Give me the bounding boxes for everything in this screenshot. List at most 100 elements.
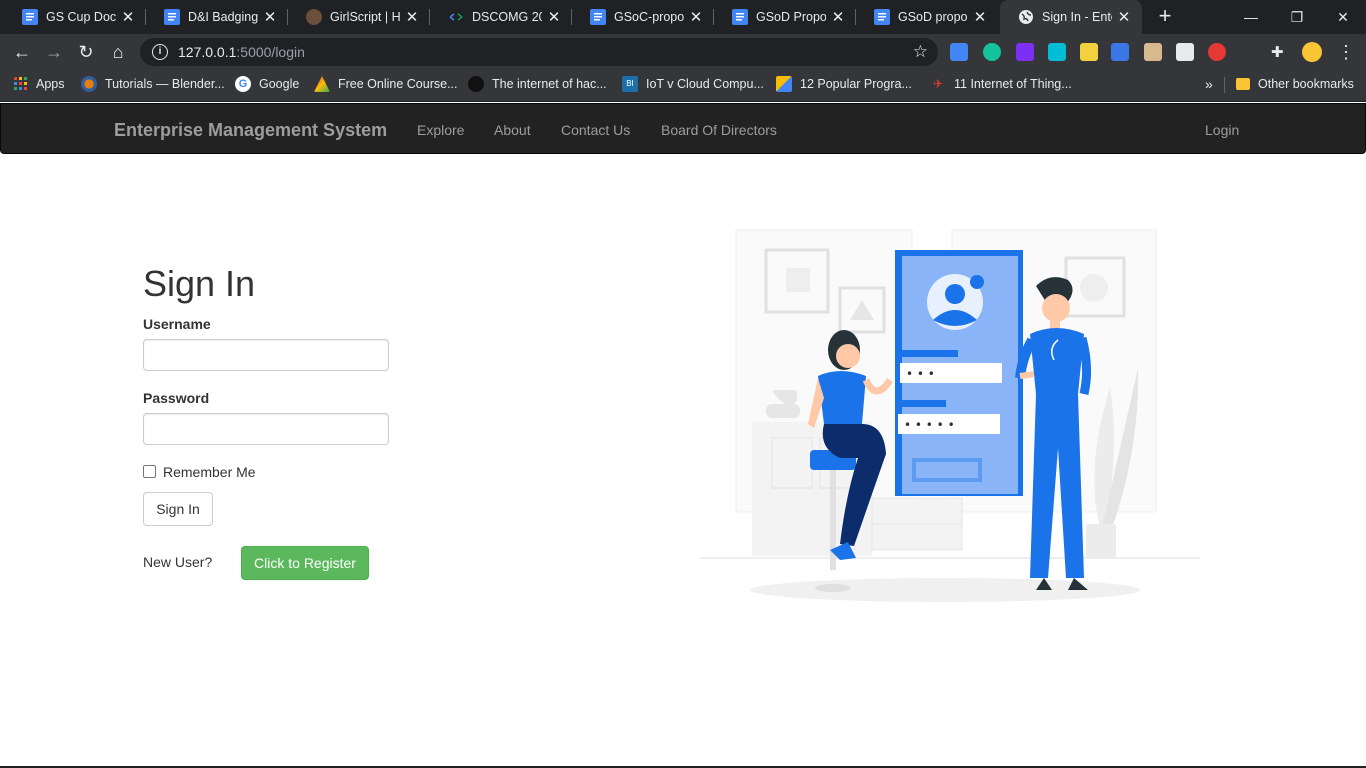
site-navbar: Enterprise Management System Explore Abo…: [0, 103, 1366, 154]
nav-link-board[interactable]: Board Of Directors: [661, 122, 777, 138]
apps-grid-icon: [14, 77, 27, 90]
nav-link-login[interactable]: Login: [1205, 122, 1239, 138]
bookmarks-overflow-chevron-icon[interactable]: »: [1205, 70, 1213, 98]
bookmark-popular-progra[interactable]: 12 Popular Progra...: [776, 70, 912, 98]
address-bar[interactable]: i 127.0.0.1:5000/login ☆: [140, 38, 938, 66]
new-user-text: New User?: [143, 554, 213, 570]
docs-icon: [590, 9, 606, 25]
google-icon: G: [235, 76, 251, 92]
site-info-icon[interactable]: i: [152, 44, 168, 60]
nav-link-explore[interactable]: Explore: [417, 122, 464, 138]
folder-icon: [1236, 78, 1250, 90]
sign-in-button[interactable]: Sign In: [143, 492, 213, 526]
tab-title: D&I Badging Docs: [188, 10, 258, 24]
browser-toolbar: ← → ↻ ⌂ i 127.0.0.1:5000/login ☆ ✚ ⋮: [0, 34, 1366, 70]
tab-girlscript[interactable]: GirlScript | Home ✕: [288, 0, 430, 34]
plane-icon: ✈: [932, 77, 944, 91]
bookmark-google[interactable]: G Google: [235, 70, 299, 98]
bookmark-other[interactable]: Other bookmarks: [1236, 70, 1354, 98]
bookmark-label: 12 Popular Progra...: [800, 77, 912, 91]
docs-icon: [22, 9, 38, 25]
docs-icon: [732, 9, 748, 25]
bookmark-apps[interactable]: Apps: [14, 70, 65, 98]
remember-me-checkbox[interactable]: [143, 465, 156, 478]
password-label: Password: [143, 390, 210, 406]
close-icon[interactable]: ✕: [120, 8, 136, 26]
remember-me-label[interactable]: Remember Me: [163, 464, 256, 480]
grammarly-extension-icon[interactable]: [983, 43, 1001, 61]
minimize-icon[interactable]: —: [1228, 0, 1274, 34]
register-button[interactable]: Click to Register: [241, 546, 369, 580]
sticky-extension-icon[interactable]: [1080, 43, 1098, 61]
pen-extension-icon[interactable]: [1144, 43, 1162, 61]
navbar-brand[interactable]: Enterprise Management System: [114, 120, 387, 141]
close-icon[interactable]: ✕: [830, 8, 846, 26]
puzzle-extensions-icon[interactable]: ✚: [1271, 43, 1289, 61]
tab-gsoc-proposal[interactable]: GSoC-proposal ✕: [572, 0, 714, 34]
wifi-extension-icon[interactable]: [1048, 43, 1066, 61]
tab-gs-cup[interactable]: GS Cup Documents ✕: [4, 0, 146, 34]
docs-icon: [164, 9, 180, 25]
tab-title: DSCOMG 2020: [472, 10, 542, 24]
bookmark-internet-hac[interactable]: The internet of hac...: [468, 70, 607, 98]
tab-title: GSoD Proposal: [756, 10, 826, 24]
close-icon[interactable]: ✕: [546, 8, 562, 26]
new-tab-plus-icon[interactable]: +: [1153, 5, 1177, 29]
tab-dscomg[interactable]: DSCOMG 2020 ✕: [430, 0, 572, 34]
ring-extension-icon[interactable]: [1208, 43, 1226, 61]
bookmark-blender[interactable]: Tutorials — Blender...: [81, 70, 225, 98]
screen-extension-icon[interactable]: [1176, 43, 1194, 61]
username-label: Username: [143, 316, 211, 332]
close-icon[interactable]: ✕: [404, 8, 420, 26]
illustration-password-dots-2: • • • • •: [904, 418, 955, 432]
tab-gsod-proposal-1[interactable]: GSoD Proposal ✕: [714, 0, 856, 34]
bookmark-label: Free Online Course...: [338, 77, 458, 91]
bookmark-label: The internet of hac...: [492, 77, 607, 91]
nav-link-contact[interactable]: Contact Us: [561, 122, 630, 138]
close-icon[interactable]: ✕: [688, 8, 704, 26]
bookmark-label: Tutorials — Blender...: [105, 77, 225, 91]
close-icon[interactable]: ✕: [262, 8, 278, 26]
course-icon: [314, 76, 330, 92]
tab-gsod-proposal-2[interactable]: GSoD proposal ✕: [856, 0, 998, 34]
girlscript-icon: [306, 9, 322, 25]
close-icon[interactable]: ✕: [1116, 8, 1132, 26]
timer-extension-icon[interactable]: [1111, 43, 1129, 61]
password-input[interactable]: [143, 413, 389, 445]
tab-title: GS Cup Documents: [46, 10, 116, 24]
bookmark-iot-cloud[interactable]: BI IoT v Cloud Compu...: [622, 70, 764, 98]
tab-sign-in[interactable]: Sign In - Enterprise Management System ✕: [1000, 0, 1142, 34]
page-title: Sign In: [143, 263, 256, 304]
forward-arrow-icon[interactable]: →: [42, 40, 66, 64]
bookmark-internet-thing[interactable]: ✈ 11 Internet of Thing...: [930, 70, 1072, 98]
url-host: 127.0.0.1: [178, 44, 237, 60]
username-input[interactable]: [143, 339, 389, 371]
bi-icon: BI: [622, 76, 638, 92]
login-illustration: • • • • • • • •: [700, 229, 1200, 602]
bookmark-label: Apps: [36, 77, 65, 91]
close-icon[interactable]: ✕: [972, 8, 988, 26]
bookmark-free-course[interactable]: Free Online Course...: [314, 70, 458, 98]
url-path: :5000/login: [236, 44, 305, 60]
illustration-password-dots-1: • • •: [906, 367, 935, 381]
home-icon[interactable]: ⌂: [106, 40, 130, 64]
browser-tab-strip: GS Cup Documents ✕ D&I Badging Docs ✕ Gi…: [0, 0, 1366, 34]
profile-avatar[interactable]: [1302, 42, 1322, 62]
back-arrow-icon[interactable]: ←: [10, 40, 34, 64]
calendar-extension-icon[interactable]: [950, 43, 968, 61]
bookmarks-bar: Apps Tutorials — Blender... G Google Fre…: [0, 70, 1366, 102]
reload-icon[interactable]: ↻: [74, 40, 98, 64]
docs-icon: [874, 9, 890, 25]
tab-title: GirlScript | Home: [330, 10, 400, 24]
close-window-icon[interactable]: ✕: [1320, 0, 1366, 34]
bookmark-label: IoT v Cloud Compu...: [646, 77, 764, 91]
restore-icon[interactable]: ❐: [1274, 0, 1320, 34]
bookmark-star-icon[interactable]: ☆: [913, 42, 928, 62]
tab-title: GSoD proposal: [898, 10, 968, 24]
menu-kebab-icon[interactable]: ⋮: [1334, 40, 1358, 64]
nav-link-about[interactable]: About: [494, 122, 531, 138]
tab-title: Sign In - Enterprise Management System: [1042, 10, 1112, 24]
bookmark-label: 11 Internet of Thing...: [954, 77, 1072, 91]
tab-di-badging[interactable]: D&I Badging Docs ✕: [146, 0, 288, 34]
extension-icon[interactable]: [1016, 43, 1034, 61]
